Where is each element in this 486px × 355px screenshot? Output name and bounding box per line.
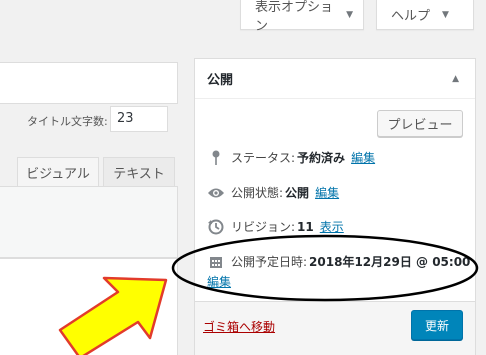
title-input[interactable] <box>0 62 178 104</box>
move-to-trash-link[interactable]: ゴミ箱へ移動 <box>203 318 275 335</box>
update-button[interactable]: 更新 <box>411 310 463 340</box>
editor-content[interactable] <box>0 258 178 355</box>
visibility-label: 公開状態: <box>231 186 284 200</box>
visibility-edit-link[interactable]: 編集 <box>315 184 339 201</box>
word-count-label: タイトル文字数: <box>27 115 108 128</box>
preview-button[interactable]: プレビュー <box>377 110 463 137</box>
revisions-label: リビジョン: <box>231 220 296 234</box>
history-icon <box>205 219 227 235</box>
tab-text[interactable]: テキスト <box>103 157 175 187</box>
revisions-count: 11 <box>297 219 314 234</box>
status-label: ステータス: <box>231 151 296 165</box>
schedule-edit-link[interactable]: 編集 <box>207 273 231 290</box>
revisions-row: リビジョン: 11 表示 <box>205 218 344 235</box>
schedule-row: 公開予定日時: 2018年12月29日 @ 05:00 <box>205 253 470 270</box>
eye-icon <box>205 187 227 199</box>
collapse-icon[interactable]: ▲ <box>452 74 459 84</box>
schedule-value: 2018年12月29日 @ 05:00 <box>309 255 471 269</box>
status-value: 予約済み <box>297 151 346 165</box>
word-count-field[interactable]: 23 <box>110 106 168 132</box>
status-row: ステータス: 予約済み 編集 <box>205 149 375 166</box>
schedule-label: 公開予定日時: <box>231 255 308 269</box>
revisions-view-link[interactable]: 表示 <box>320 218 344 235</box>
screen-options-label: 表示オプション <box>255 0 334 34</box>
tab-visual[interactable]: ビジュアル <box>17 157 99 187</box>
publish-header[interactable]: 公開 ▲ <box>195 59 475 99</box>
caret-down-icon: ▼ <box>346 9 353 20</box>
editor-toolbar <box>0 186 178 258</box>
visibility-row: 公開状態: 公開 編集 <box>205 184 339 201</box>
pin-icon <box>205 150 227 166</box>
help-label: ヘルプ <box>391 9 431 24</box>
screen-options-button[interactable]: 表示オプション ▼ <box>240 0 364 34</box>
status-edit-link[interactable]: 編集 <box>351 149 375 166</box>
calendar-icon <box>205 255 227 269</box>
publish-footer: ゴミ箱へ移動 更新 <box>195 301 475 355</box>
publish-box: 公開 ▲ プレビュー ステータス: 予約済み 編集 公開状態: 公開 編集 リビ… <box>194 58 476 355</box>
visibility-value: 公開 <box>285 186 310 200</box>
publish-title: 公開 <box>207 73 234 88</box>
caret-down-icon: ▼ <box>442 9 449 20</box>
help-button[interactable]: ヘルプ ▼ <box>376 0 474 30</box>
